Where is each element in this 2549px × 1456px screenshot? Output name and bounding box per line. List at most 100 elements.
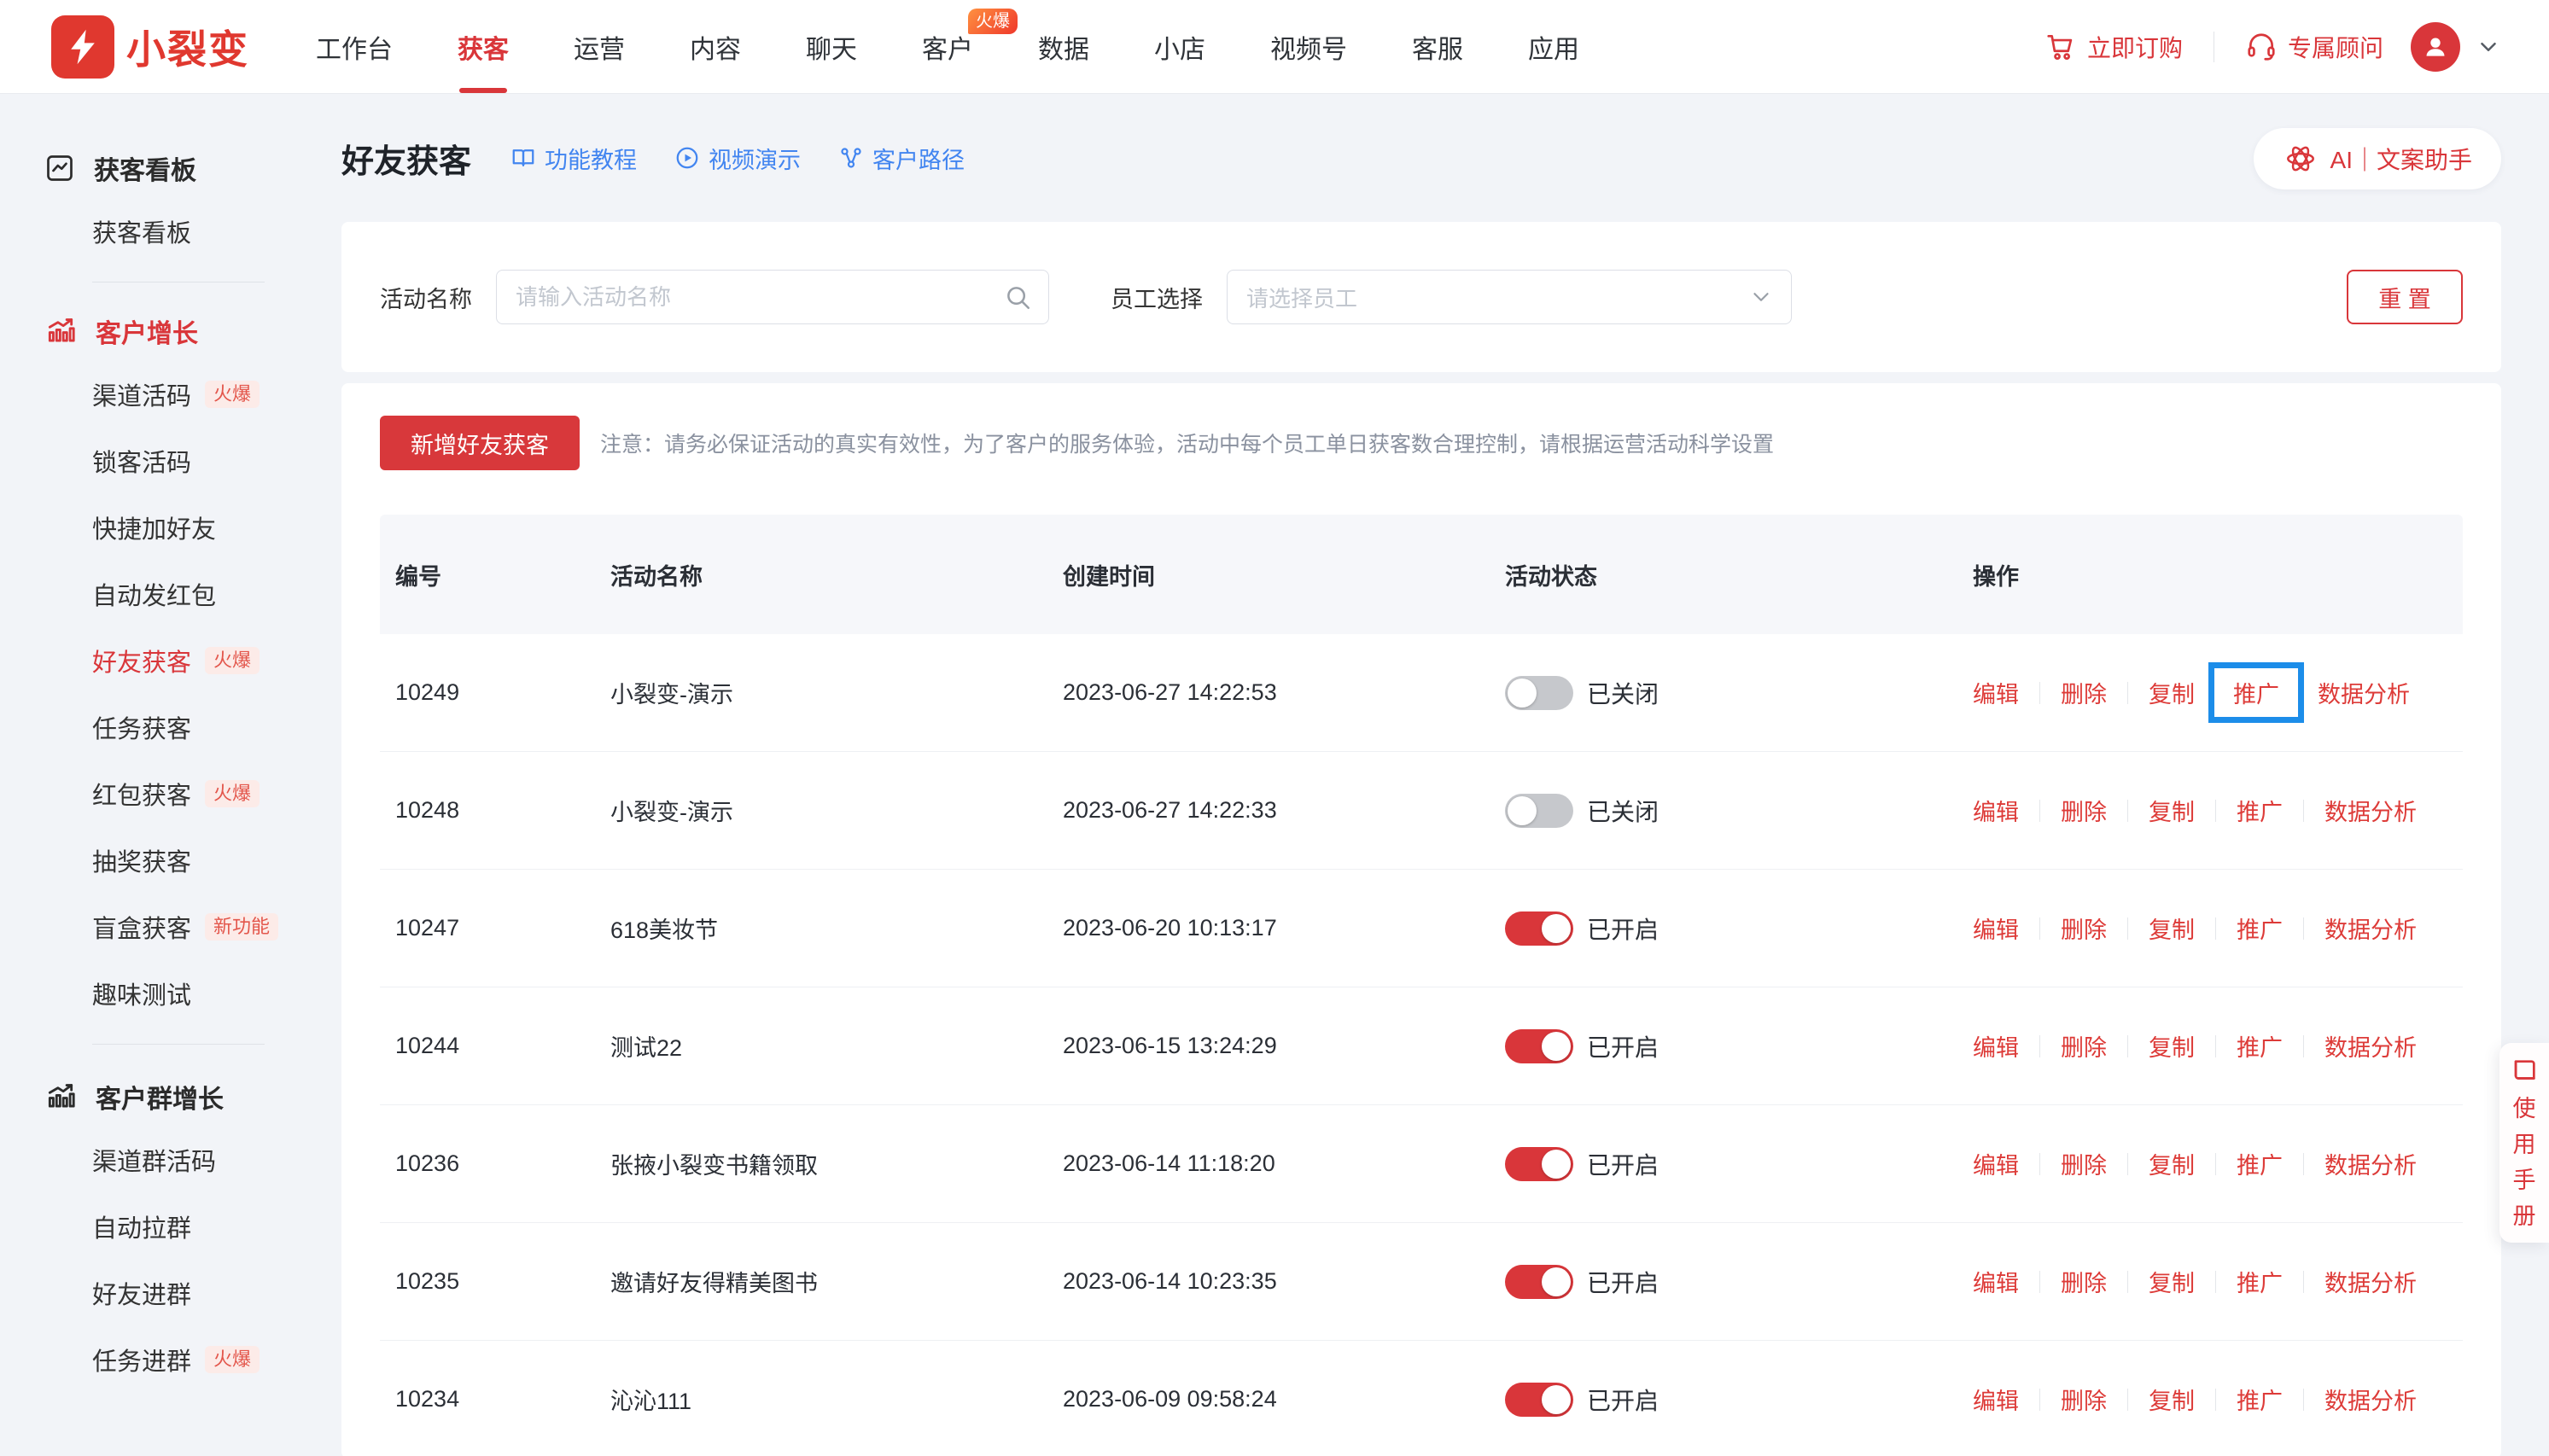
edit-link[interactable]: 编辑 — [1973, 1029, 2019, 1063]
nav-item-content[interactable]: 内容 — [690, 0, 741, 93]
copy-link[interactable]: 复制 — [2149, 1029, 2195, 1063]
logo-lightning-icon — [51, 15, 114, 79]
customer-path-link[interactable]: 客户路径 — [838, 142, 965, 175]
row-id: 10236 — [380, 1150, 610, 1177]
edit-link[interactable]: 编辑 — [1973, 1147, 2019, 1180]
promote-highlight-box[interactable]: 推广 — [2208, 662, 2304, 723]
sidebar-item-lottery-acquisition[interactable]: 抽奖获客 — [0, 827, 341, 894]
promote-link[interactable]: 推广 — [2237, 1147, 2283, 1180]
create-activity-button[interactable]: 新增好友获客 — [380, 416, 580, 470]
copy-link[interactable]: 复制 — [2149, 1147, 2195, 1180]
promote-link[interactable]: 推广 — [2237, 794, 2283, 827]
copy-link[interactable]: 复制 — [2149, 794, 2195, 827]
sidebar-item-friend-acquisition[interactable]: 好友获客 火爆 — [0, 627, 341, 694]
delete-link[interactable]: 删除 — [2061, 676, 2107, 709]
order-now-button[interactable]: 立即订购 — [2044, 30, 2183, 64]
nav-item-acquisition[interactable]: 获客 — [458, 0, 509, 93]
sidebar-item-auto-group[interactable]: 自动拉群 — [0, 1193, 341, 1260]
delete-link[interactable]: 删除 — [2061, 911, 2107, 945]
promote-link[interactable]: 推广 — [2237, 1383, 2283, 1416]
status-toggle[interactable] — [1505, 794, 1573, 828]
delete-link[interactable]: 删除 — [2061, 1383, 2107, 1416]
ai-copy-assistant-button[interactable]: AI｜文案助手 — [2254, 128, 2501, 189]
copy-link[interactable]: 复制 — [2149, 676, 2195, 709]
sidebar-section-dashboard[interactable]: 获客看板 — [0, 138, 341, 198]
nav-item-chat[interactable]: 聊天 — [806, 0, 857, 93]
analytics-link[interactable]: 数据分析 — [2324, 1029, 2417, 1063]
sidebar-item-dashboard[interactable]: 获客看板 — [0, 198, 341, 265]
user-avatar[interactable] — [2411, 22, 2460, 72]
copy-link[interactable]: 复制 — [2149, 1265, 2195, 1298]
sidebar-item-task-acquisition[interactable]: 任务获客 — [0, 694, 341, 760]
hot-badge: 火爆 — [968, 9, 1018, 34]
manual-tab-label: 使用手册 — [2511, 1091, 2537, 1234]
delete-link[interactable]: 删除 — [2061, 794, 2107, 827]
staff-select[interactable]: 请选择员工 — [1227, 270, 1792, 324]
sidebar-item-auto-redpacket[interactable]: 自动发红包 — [0, 561, 341, 627]
promote-link[interactable]: 推广 — [2237, 911, 2283, 945]
sidebar-section-customer-growth[interactable]: 客户增长 — [0, 301, 341, 361]
copy-link[interactable]: 复制 — [2149, 1383, 2195, 1416]
status-toggle[interactable] — [1505, 1265, 1573, 1299]
edit-link[interactable]: 编辑 — [1973, 794, 2019, 827]
nav-item-service[interactable]: 客服 — [1412, 0, 1463, 93]
sidebar-item-task-join-group[interactable]: 任务进群 火爆 — [0, 1326, 341, 1393]
edit-link[interactable]: 编辑 — [1973, 1265, 2019, 1298]
row-operations: 编辑 删除 复制 推广 数据分析 — [1973, 1029, 2463, 1063]
nav-item-apps[interactable]: 应用 — [1528, 0, 1579, 93]
nav-item-customer[interactable]: 客户 火爆 — [922, 0, 973, 93]
row-activity-name: 张掖小裂变书籍领取 — [610, 1147, 1063, 1180]
sidebar-item-quick-add-friend[interactable]: 快捷加好友 — [0, 494, 341, 561]
status-toggle[interactable] — [1505, 1029, 1573, 1063]
row-activity-name: 小裂变-演示 — [610, 676, 1063, 709]
status-toggle[interactable] — [1505, 1383, 1573, 1417]
sidebar-item-lock-code[interactable]: 锁客活码 — [0, 428, 341, 494]
analytics-link[interactable]: 数据分析 — [2324, 1147, 2417, 1180]
sidebar-item-redpacket-acquisition[interactable]: 红包获客 火爆 — [0, 760, 341, 827]
sidebar-item-channel-group-code[interactable]: 渠道群活码 — [0, 1127, 341, 1193]
nav-item-shop[interactable]: 小店 — [1154, 0, 1205, 93]
analytics-link[interactable]: 数据分析 — [2324, 1265, 2417, 1298]
promote-link[interactable]: 推广 — [2237, 1265, 2283, 1298]
activity-name-input[interactable] — [496, 270, 1049, 324]
delete-link[interactable]: 删除 — [2061, 1265, 2107, 1298]
analytics-link[interactable]: 数据分析 — [2324, 911, 2417, 945]
nav-item-workbench[interactable]: 工作台 — [316, 0, 393, 93]
tutorial-link[interactable]: 功能教程 — [510, 142, 637, 175]
chevron-down-icon[interactable] — [2476, 34, 2501, 60]
nav-item-video[interactable]: 视频号 — [1270, 0, 1347, 93]
status-toggle[interactable] — [1505, 911, 1573, 946]
promote-link[interactable]: 推广 — [2237, 1029, 2283, 1063]
sidebar-item-channel-code[interactable]: 渠道活码 火爆 — [0, 361, 341, 428]
brand-name: 小裂变 — [126, 19, 249, 75]
video-demo-link[interactable]: 视频演示 — [674, 142, 801, 175]
brand-logo[interactable]: 小裂变 — [51, 15, 249, 79]
row-activity-name: 测试22 — [610, 1029, 1063, 1063]
status-toggle[interactable] — [1505, 676, 1573, 710]
edit-link[interactable]: 编辑 — [1973, 676, 2019, 709]
analytics-link[interactable]: 数据分析 — [2318, 676, 2410, 709]
edit-link[interactable]: 编辑 — [1973, 1383, 2019, 1416]
analytics-link[interactable]: 数据分析 — [2324, 794, 2417, 827]
advisor-button[interactable]: 专属顾问 — [2245, 30, 2383, 64]
sidebar-section-group-growth[interactable]: 客户群增长 — [0, 1067, 341, 1127]
analytics-link[interactable]: 数据分析 — [2324, 1383, 2417, 1416]
edit-link[interactable]: 编辑 — [1973, 911, 2019, 945]
table-header: 编号 活动名称 创建时间 活动状态 操作 — [380, 515, 2463, 634]
reset-button[interactable]: 重 置 — [2347, 270, 2463, 324]
row-operations: 编辑 删除 复制 推广 数据分析 — [1973, 1265, 2463, 1298]
nav-item-data[interactable]: 数据 — [1038, 0, 1089, 93]
user-manual-tab[interactable]: 使用手册 — [2499, 1043, 2549, 1243]
nav-item-operation[interactable]: 运营 — [574, 0, 625, 93]
row-id: 10247 — [380, 915, 610, 941]
table-row: 10235 邀请好友得精美图书 2023-06-14 10:23:35 已开启 … — [380, 1223, 2463, 1341]
copy-link[interactable]: 复制 — [2149, 911, 2195, 945]
sidebar-item-friend-join-group[interactable]: 好友进群 — [0, 1260, 341, 1326]
delete-link[interactable]: 删除 — [2061, 1029, 2107, 1063]
delete-link[interactable]: 删除 — [2061, 1147, 2107, 1180]
sidebar-item-fun-test[interactable]: 趣味测试 — [0, 960, 341, 1027]
ai-logo-icon — [2283, 141, 2319, 177]
promote-link[interactable]: 推广 — [2233, 676, 2279, 709]
status-toggle[interactable] — [1505, 1147, 1573, 1181]
sidebar-item-blindbox-acquisition[interactable]: 盲盒获客 新功能 — [0, 894, 341, 960]
